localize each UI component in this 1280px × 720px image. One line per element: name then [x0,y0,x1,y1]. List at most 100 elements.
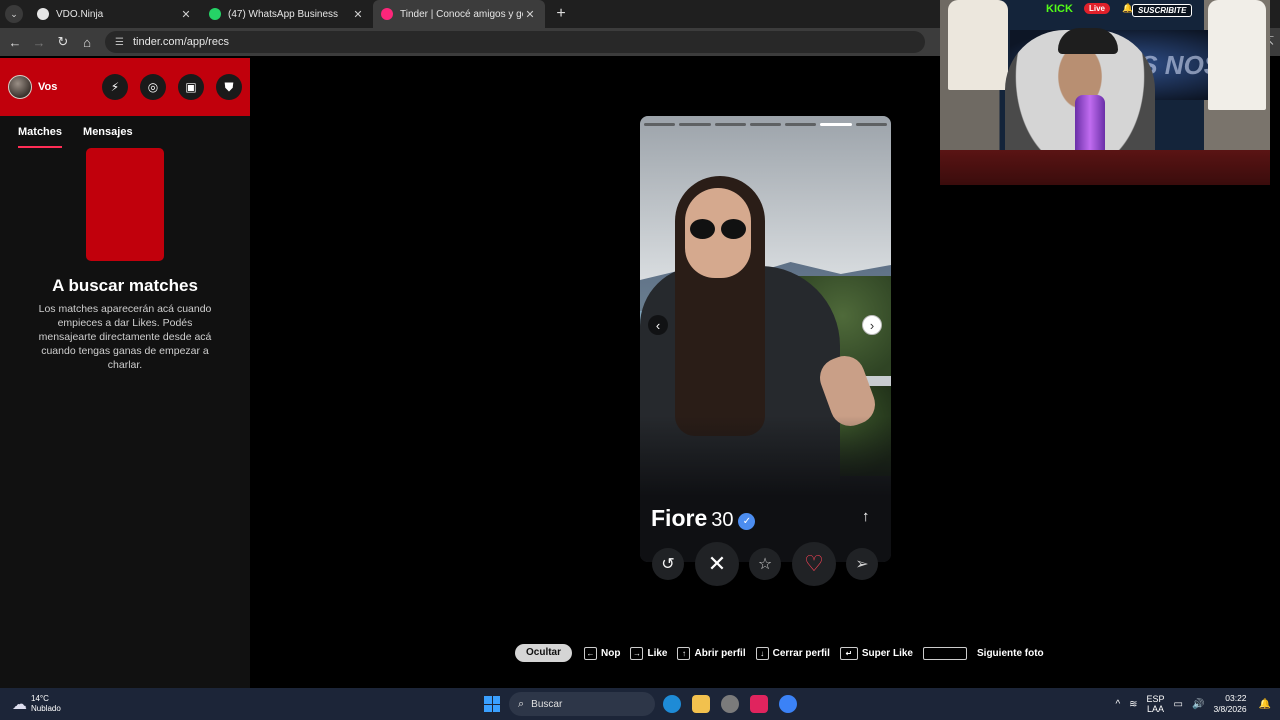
tab-title: VDO.Ninja [56,8,104,20]
sidebar-tabs: Matches Mensajes [0,116,250,148]
reload-icon[interactable]: ↻ [51,34,75,50]
close-tab-icon[interactable]: ✕ [351,8,365,21]
nope-button[interactable]: ✕ [695,542,739,586]
taskbar-search[interactable]: ⌕ Buscar [509,692,655,716]
tab-title: (47) WhatsApp Business [228,8,339,20]
empty-state-title: A buscar matches [52,276,198,295]
tab-tinder[interactable]: Tinder | Conocé amigos y gente nueva ✕ [373,0,545,28]
boost-send-button[interactable]: ➢ [846,548,878,580]
start-icon[interactable] [484,696,500,712]
up-key-icon: ↑ [677,646,691,660]
webcam-overlay: OS NOS KICK Live 🔔 SUSCRIBITE [940,0,1270,185]
live-badge: Live [1084,3,1111,14]
matches-sidebar: Vos ⚡ ◎ ▣ ⛊ Matches Mensajes A buscar ma… [0,58,250,688]
url-bar[interactable]: ☰ tinder.com/app/recs [105,31,925,53]
hide-shortcuts-button[interactable]: Ocultar [515,644,573,662]
taskbar: ☁ 14°C Nublado ⌕ Buscar ^ ≋ ESP LAA ▭ 🔊 … [0,688,1280,720]
down-key-icon: ↓ [755,646,769,660]
jersey-right [1208,0,1266,110]
forward-icon[interactable]: → [27,35,51,50]
whatsapp-favicon-icon [209,8,221,20]
profile-age: 30 [711,509,734,531]
enter-key-icon: ↵ [839,646,858,660]
chevron-up-icon[interactable]: ^ [1115,699,1120,710]
photo-progress-segment[interactable] [679,123,711,126]
search-icon: ⌕ [518,697,525,710]
match-placeholder-card [86,148,164,261]
super-like-button[interactable]: ☆ [749,548,781,580]
shortcut-label: Like [647,647,668,659]
photo-progress-segment[interactable] [820,123,852,126]
tab-whatsapp[interactable]: (47) WhatsApp Business ✕ [201,0,373,28]
url-text: tinder.com/app/recs [132,36,229,48]
keyboard-layout: LAA [1147,704,1165,714]
photo-progress-segment[interactable] [644,123,676,126]
tiktok-icon[interactable] [750,695,768,713]
display-icon[interactable]: ▭ [1174,699,1183,710]
briefcase-icon[interactable]: ▣ [178,74,204,100]
avatar[interactable] [8,75,32,99]
open-profile-icon[interactable]: ↑ [862,508,870,525]
shortcut-label: Siguiente foto [977,647,1044,659]
cap [1058,28,1118,54]
close-tab-icon[interactable]: ✕ [179,8,193,21]
tab-title: Tinder | Conocé amigos y gente nueva [400,8,523,20]
new-tab-button[interactable]: + [551,5,571,23]
previous-photo-icon[interactable]: ‹ [648,315,668,335]
tinder-favicon-icon [381,8,393,20]
profile-card[interactable]: ‹ › Fiore 30 ✓ ↑ [640,116,891,562]
system-tray: ^ ≋ ESP LAA ▭ 🔊 03:22 3/8/2026 🔔 [1115,688,1280,720]
tab-matches[interactable]: Matches [18,126,63,148]
tab-search-button[interactable]: ⌄ [5,5,23,23]
network-icon[interactable]: ≋ [1129,699,1137,710]
photo-progress-segment[interactable] [785,123,817,126]
tab-vdo-ninja[interactable]: VDO.Ninja ✕ [29,0,201,28]
photo-progress-segment[interactable] [714,123,746,126]
jersey-left [948,0,1008,90]
home-icon[interactable]: ⌂ [75,35,99,50]
left-key-icon: ← [584,646,598,660]
temperature: 14°C [31,694,49,703]
empty-state-description: Los matches aparecerán acá cuando empiec… [38,303,212,371]
date: 3/8/2026 [1213,704,1247,714]
weather-widget[interactable]: 14°C Nublado [31,694,61,714]
language: ESP [1146,694,1165,704]
action-buttons: ↺ ✕ ☆ ♡ ➢ [650,542,880,586]
profile-name: Fiore [651,505,708,531]
next-photo-icon[interactable]: › [862,315,882,335]
rewind-button[interactable]: ↺ [652,548,684,580]
weather-condition: Nublado [31,704,61,713]
right-key-icon: → [630,646,644,660]
shield-icon[interactable]: ⛊ [216,74,242,100]
boost-icon[interactable]: ⚡ [102,74,128,100]
volume-icon[interactable]: 🔊 [1192,699,1204,710]
sidebar-header: Vos ⚡ ◎ ▣ ⛊ [0,58,250,116]
photo-progress-segment[interactable] [855,123,887,126]
photo-progress-bar [644,123,887,126]
space-key-icon [923,646,967,660]
chrome-icon[interactable] [779,695,797,713]
kick-logo: KICK [1046,3,1073,15]
like-button[interactable]: ♡ [792,542,836,586]
site-info-icon[interactable]: ☰ [115,37,124,48]
close-tab-icon[interactable]: ✕ [523,8,537,21]
photo-progress-segment[interactable] [749,123,782,126]
shortcut-label: Cerrar perfil [772,647,830,659]
profile-name-line: Fiore 30 ✓ [651,505,756,532]
back-icon[interactable]: ← [3,35,27,50]
edge-icon[interactable] [663,695,681,713]
subscribe-badge: SUSCRIBITE [1132,4,1193,17]
clock[interactable]: 03:22 3/8/2026 [1213,693,1246,715]
user-name[interactable]: Vos [38,81,90,93]
keyboard-shortcuts-bar: Ocultar ← Nop → Like ↑ Abrir perfil ↓ Ce… [515,644,1054,662]
shortcut-label: Super Like [861,647,913,659]
file-explorer-icon[interactable] [692,695,710,713]
cloud-icon[interactable]: ☁ [12,695,27,713]
shortcut-label: Abrir perfil [694,647,746,659]
tab-messages[interactable]: Mensajes [83,126,133,148]
notification-bell-icon[interactable]: 🔔 [1259,699,1271,710]
language-indicator[interactable]: ESP LAA [1147,694,1165,714]
app-icon[interactable] [721,695,739,713]
explore-icon[interactable]: ◎ [140,74,166,100]
desk [940,150,1270,185]
